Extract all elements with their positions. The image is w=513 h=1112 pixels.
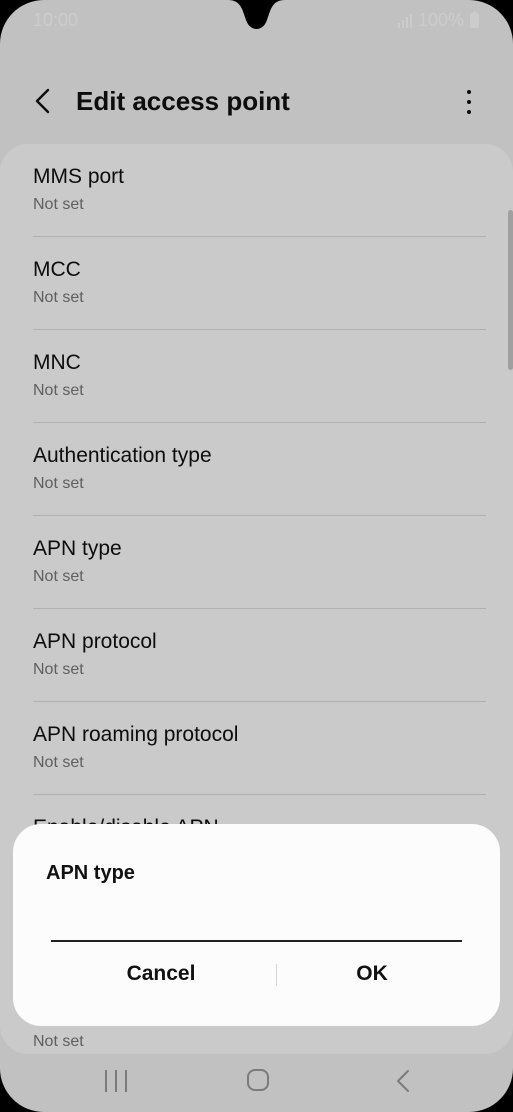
cancel-button[interactable]: Cancel: [51, 954, 271, 994]
ok-button[interactable]: OK: [262, 954, 482, 994]
dialog-title: APN type: [46, 862, 135, 884]
apn-type-dialog: APN type Cancel OK: [13, 824, 500, 1026]
phone-screen: 10:00 100% Edit access point MMS port No…: [0, 0, 513, 1112]
apn-type-input[interactable]: [51, 904, 462, 942]
